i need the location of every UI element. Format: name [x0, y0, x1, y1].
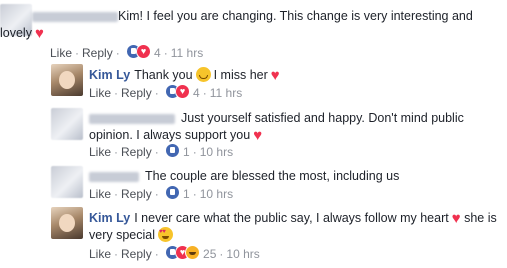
heart-eyes-emoji-icon: [158, 227, 173, 242]
author-name[interactable]: Kim Ly: [89, 211, 130, 225]
reply-link[interactable]: Reply: [121, 247, 152, 261]
heart-emoji-icon: ♥: [253, 127, 263, 144]
reply-actions: Like · Reply · 1 · 10 hrs: [89, 143, 234, 159]
like-link[interactable]: Like: [89, 86, 111, 100]
author-name[interactable]: Kim Ly: [89, 68, 130, 82]
reaction-summary[interactable]: 1: [165, 143, 190, 159]
commenter-avatar[interactable]: [51, 108, 83, 140]
reaction-summary[interactable]: 1: [165, 185, 190, 201]
haha-reaction-icon: [185, 245, 201, 260]
like-link[interactable]: Like: [89, 247, 111, 261]
commenter-name-blurred[interactable]: [89, 171, 139, 182]
reply-body: Kim Ly Thank you I miss her ♥: [89, 67, 280, 84]
love-reaction-icon: [175, 84, 191, 99]
timestamp[interactable]: 10 hrs: [200, 145, 233, 159]
reply-text: The couple are blessed the most, includi…: [145, 169, 400, 183]
reply-text: Thank you: [134, 68, 193, 82]
kim-ly-avatar[interactable]: [51, 207, 83, 239]
reply-link[interactable]: Reply: [121, 145, 152, 159]
reply-body: Just yourself satisfied and happy. Don't…: [89, 110, 499, 144]
reply-link[interactable]: Reply: [121, 86, 152, 100]
reply-actions: Like·Reply· 25·10 hrs: [89, 245, 260, 262]
reaction-summary[interactable]: 4: [126, 44, 161, 60]
reply-link[interactable]: Reply: [82, 46, 113, 60]
kim-ly-avatar[interactable]: [51, 64, 83, 96]
reply-link[interactable]: Reply: [121, 187, 152, 201]
reply-text: I never care what the public say, I alwa…: [134, 211, 449, 225]
comment-body: Kim! I feel you are changing. This chang…: [0, 8, 500, 42]
timestamp[interactable]: 10 hrs: [200, 187, 233, 201]
heart-emoji-icon: ♥: [34, 25, 44, 42]
reply-actions: Like·Reply· 4·11 hrs: [89, 84, 242, 101]
smile-emoji-icon: [195, 67, 211, 82]
like-link[interactable]: Like: [50, 46, 72, 60]
heart-emoji-icon: ♥: [270, 67, 280, 84]
like-reaction-icon: [165, 185, 181, 200]
commenter-name-blurred[interactable]: [32, 12, 118, 22]
love-reaction-icon: [136, 44, 152, 59]
reaction-summary[interactable]: 4: [165, 84, 200, 100]
commenter-avatar[interactable]: [51, 166, 83, 198]
reply-body: Kim Ly I never care what the public say, …: [89, 210, 504, 244]
comment-actions: Like·Reply· 4·11 hrs: [50, 44, 203, 61]
timestamp[interactable]: 11 hrs: [171, 46, 203, 60]
commenter-name-blurred[interactable]: [89, 113, 175, 124]
reply-actions: Like · Reply · 1 · 10 hrs: [89, 185, 234, 201]
reply-text-2: I miss her: [213, 68, 268, 82]
timestamp[interactable]: 10 hrs: [226, 247, 259, 261]
timestamp[interactable]: 11 hrs: [210, 86, 242, 100]
reaction-summary[interactable]: 25: [165, 245, 216, 261]
reply-body: The couple are blessed the most, includi…: [89, 168, 399, 185]
like-reaction-icon: [165, 143, 181, 158]
like-link[interactable]: Like: [89, 187, 111, 201]
like-link[interactable]: Like: [89, 145, 111, 159]
heart-emoji-icon: ♥: [451, 210, 461, 227]
